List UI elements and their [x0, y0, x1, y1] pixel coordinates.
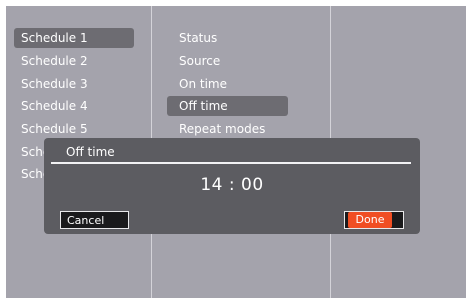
- setting-item-status[interactable]: Status: [167, 28, 288, 48]
- schedule-item-4[interactable]: Schedule 4: [14, 96, 134, 116]
- setting-item-repeat-modes[interactable]: Repeat modes: [167, 119, 288, 139]
- schedule-item-2[interactable]: Schedule 2: [14, 51, 134, 71]
- schedule-item-1[interactable]: Schedule 1: [14, 28, 134, 48]
- setting-item-source[interactable]: Source: [167, 51, 288, 71]
- time-value[interactable]: 14 : 00: [44, 175, 420, 195]
- dialog-title: Off time: [66, 145, 115, 159]
- done-button-label: Done: [348, 212, 392, 228]
- done-button[interactable]: Done: [344, 211, 404, 229]
- schedule-settings-screen: Schedule 1 Schedule 2 Schedule 3 Schedul…: [6, 6, 466, 298]
- schedule-item-5[interactable]: Schedule 5: [14, 119, 134, 139]
- setting-item-on-time[interactable]: On time: [167, 74, 288, 94]
- setting-item-off-time[interactable]: Off time: [167, 96, 288, 116]
- off-time-dialog: Off time 14 : 00 Cancel Done: [44, 138, 420, 234]
- cancel-button[interactable]: Cancel: [60, 211, 129, 229]
- schedule-item-3[interactable]: Schedule 3: [14, 74, 134, 94]
- dialog-title-divider: [51, 162, 411, 164]
